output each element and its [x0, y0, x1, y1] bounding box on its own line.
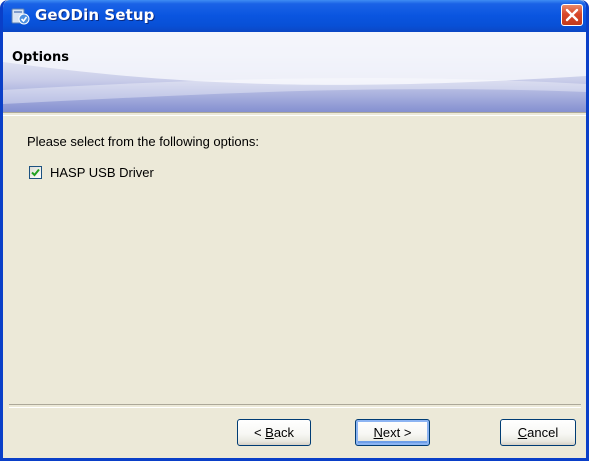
hasp-usb-driver-checkbox[interactable] [29, 166, 42, 179]
cancel-button-mnemonic: C [517, 425, 528, 440]
setup-window: GeODin Setup Options Please select from … [0, 0, 589, 461]
next-button[interactable]: Next > [355, 419, 430, 446]
cancel-button-rest: ancel [527, 425, 559, 440]
header-divider [3, 112, 586, 116]
title-bar[interactable]: GeODin Setup [3, 0, 586, 32]
header-banner-graphic [3, 32, 586, 104]
footer-divider [9, 404, 581, 408]
wizard-header: Options [3, 32, 586, 112]
setup-app-icon [11, 6, 31, 26]
window-title: GeODin Setup [35, 6, 155, 24]
back-button-mnemonic: B [265, 425, 274, 440]
next-button-mnemonic: N [373, 425, 383, 440]
page-title: Options [12, 50, 69, 65]
instruction-text: Please select from the following options… [27, 134, 259, 149]
close-icon [565, 8, 579, 22]
checkmark-icon [31, 168, 40, 177]
close-button[interactable] [561, 4, 583, 26]
cancel-button[interactable]: Cancel [500, 419, 576, 446]
option-label[interactable]: HASP USB Driver [50, 165, 154, 180]
back-button-rest: ack [273, 425, 295, 440]
next-button-rest: ext > [382, 425, 412, 440]
back-button-prefix: < [253, 425, 266, 440]
back-button[interactable]: < Back [237, 419, 311, 446]
